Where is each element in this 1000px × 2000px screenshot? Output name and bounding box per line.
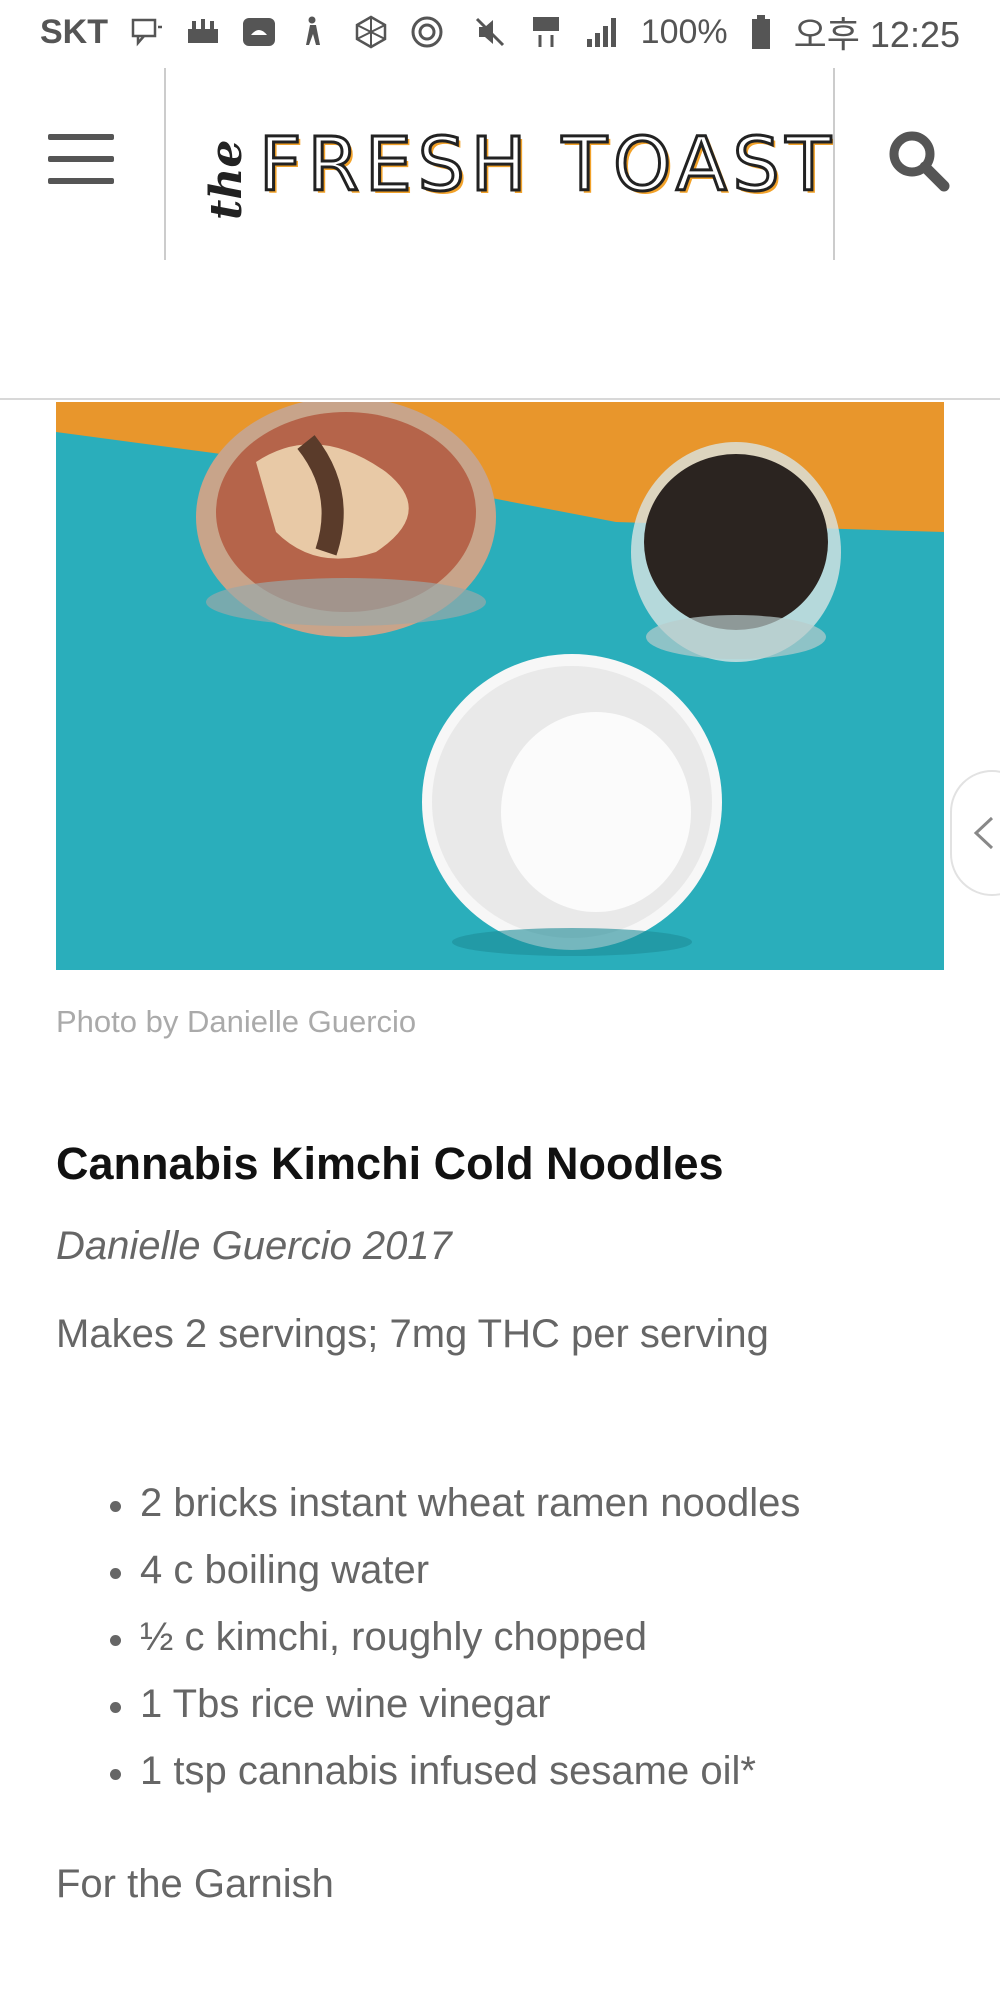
logo-the: the: [201, 139, 252, 220]
search-icon[interactable]: [884, 126, 954, 196]
menu-bar: [48, 134, 114, 140]
site-header: the FRESH TOAST: [0, 64, 1000, 260]
menu-bar: [48, 178, 114, 184]
android-icon: [243, 18, 275, 46]
menu-bar: [48, 156, 114, 162]
status-right: 100% 오후 12:25: [473, 6, 960, 58]
list-item: ½ c kimchi, roughly chopped: [110, 1610, 800, 1677]
list-item: 1 tsp cannabis infused sesame oil*: [110, 1744, 800, 1811]
recipe-byline: Danielle Guercio 2017: [56, 1224, 452, 1268]
am-pm-label: 오후: [793, 14, 860, 55]
lte-icon: [532, 17, 559, 47]
signal-icon: [586, 18, 616, 47]
photo-illustration: [56, 402, 944, 970]
carrier-label: SKT: [40, 12, 108, 51]
side-drawer-tab[interactable]: [950, 770, 1000, 896]
crypto-icon: [355, 15, 387, 49]
header-divider: [164, 68, 166, 260]
battery-icon: [751, 15, 770, 49]
article-photo: [56, 402, 944, 970]
hamburger-menu-icon[interactable]: [48, 134, 114, 184]
swirl-icon: [411, 16, 443, 48]
recipe-servings: Makes 2 servings; 7mg THC per serving: [56, 1312, 769, 1356]
message-icon: [131, 18, 162, 47]
app-icon: [188, 19, 218, 43]
header-spacer: [0, 260, 1000, 400]
chevron-left-icon: [973, 816, 994, 850]
list-item: 4 c boiling water: [110, 1543, 800, 1610]
battery-percent: 100%: [640, 12, 728, 51]
ingredient-list: 2 bricks instant wheat ramen noodles 4 c…: [110, 1476, 800, 1811]
figure-icon: [306, 16, 320, 45]
time-label: 12:25: [869, 14, 960, 55]
photo-caption: Photo by Danielle Guercio: [56, 1004, 417, 1039]
logo-wordmark: FRESH TOAST: [258, 122, 837, 208]
list-item: 2 bricks instant wheat ramen noodles: [110, 1476, 800, 1543]
header-divider: [833, 68, 835, 260]
garnish-heading: For the Garnish: [56, 1862, 334, 1906]
header-rule: [0, 398, 1000, 400]
list-item: 1 Tbs rice wine vinegar: [110, 1677, 800, 1744]
status-bar: SKT 100% 오후 12:25: [0, 0, 1000, 64]
recipe-title: Cannabis Kimchi Cold Noodles: [56, 1138, 724, 1189]
site-logo[interactable]: the FRESH TOAST: [201, 112, 837, 221]
clock: 오후 12:25: [794, 6, 960, 58]
mute-icon: [475, 17, 504, 47]
status-left: SKT: [40, 13, 444, 52]
